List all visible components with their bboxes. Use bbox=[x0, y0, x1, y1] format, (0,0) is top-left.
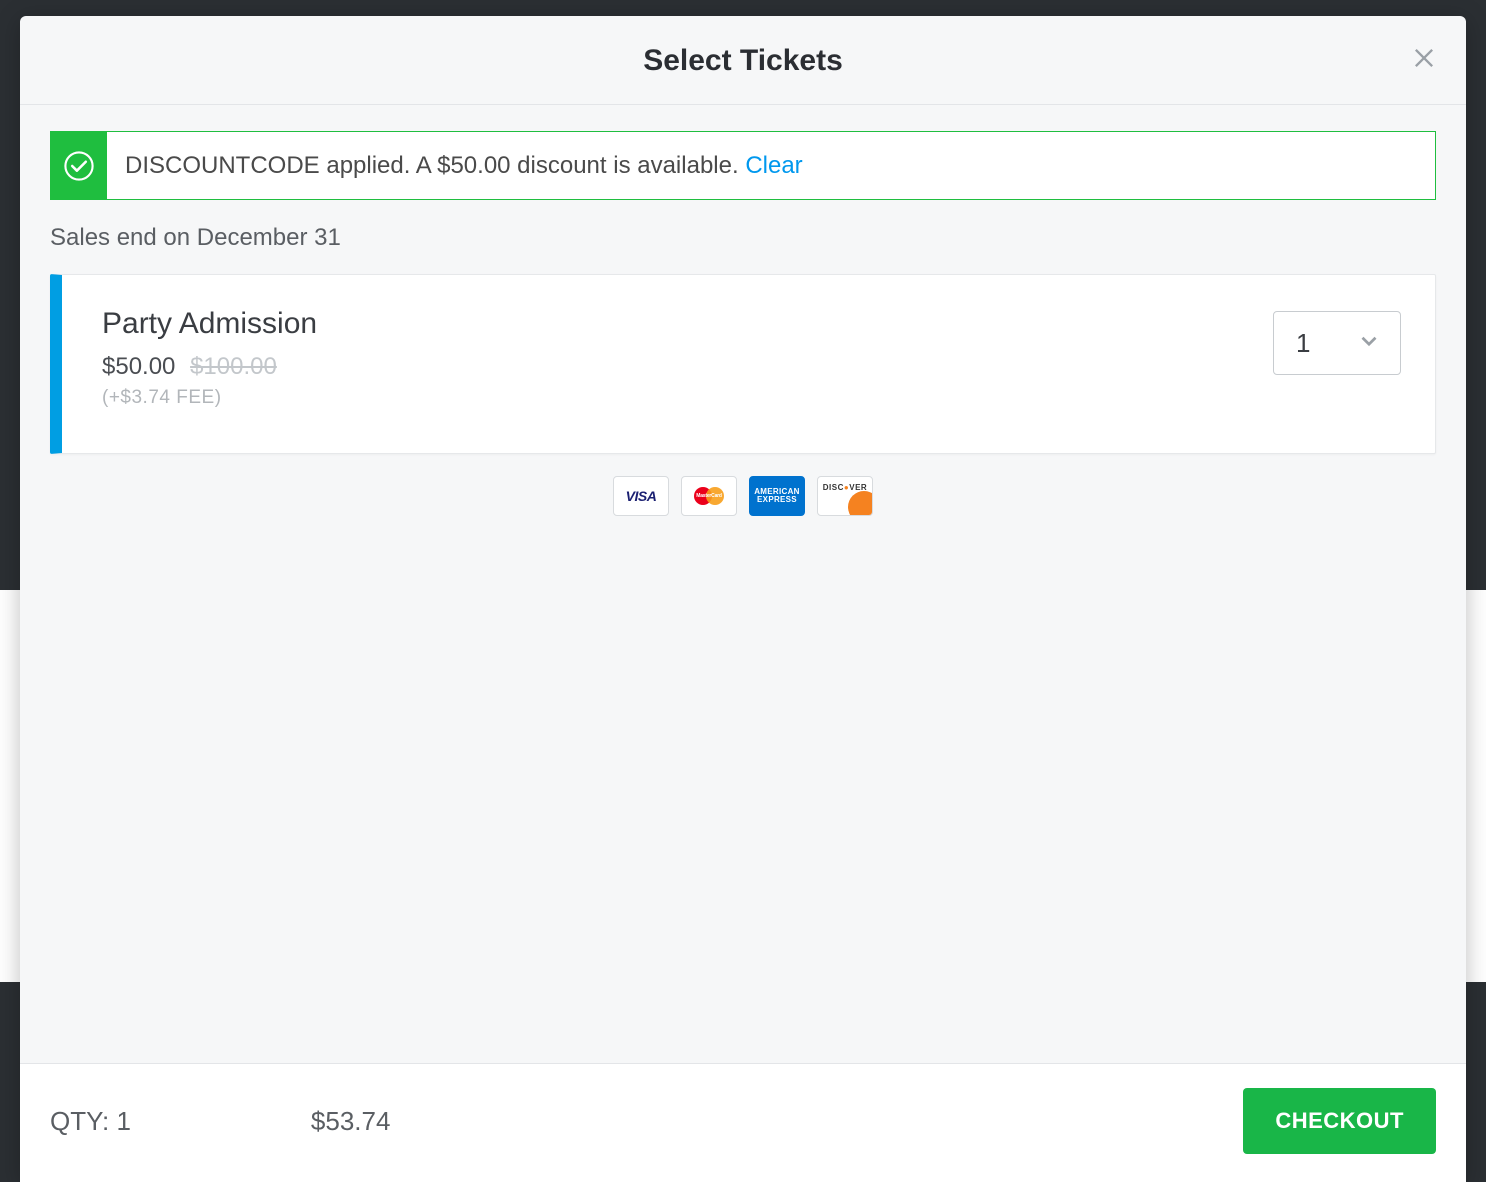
fee-text: (+$3.74 FEE) bbox=[102, 387, 1273, 409]
modal-footer: QTY: 1 $53.74 CHECKOUT bbox=[20, 1063, 1466, 1182]
footer-total: $53.74 bbox=[311, 1106, 391, 1137]
close-button[interactable] bbox=[1410, 44, 1438, 72]
discounted-price: $50.00 bbox=[102, 353, 175, 380]
clear-discount-link[interactable]: Clear bbox=[745, 152, 802, 179]
modal-header: Select Tickets bbox=[20, 16, 1466, 105]
ticket-modal: Select Tickets DISCOUNTCODE applied. A $… bbox=[20, 16, 1466, 1182]
discover-card-icon: DISC●VER bbox=[817, 476, 873, 516]
quantity-select[interactable]: 1 bbox=[1273, 311, 1401, 375]
footer-qty: QTY: 1 bbox=[50, 1106, 131, 1137]
payment-methods: VISA MasterCard AMERICAN EXPRESS DISC●VE… bbox=[50, 476, 1436, 516]
sales-end-text: Sales end on December 31 bbox=[50, 224, 1436, 252]
checkout-button[interactable]: CHECKOUT bbox=[1243, 1088, 1436, 1154]
alert-text: DISCOUNTCODE applied. A $50.00 discount … bbox=[107, 132, 821, 199]
chevron-down-icon bbox=[1356, 328, 1382, 359]
amex-card-icon: AMERICAN EXPRESS bbox=[749, 476, 805, 516]
amex-line2: EXPRESS bbox=[757, 496, 797, 504]
ticket-name: Party Admission bbox=[102, 307, 1273, 341]
ticket-card: Party Admission $50.00 $100.00 (+$3.74 F… bbox=[50, 274, 1436, 454]
mastercard-text: MasterCard bbox=[696, 493, 722, 499]
ticket-info: Party Admission $50.00 $100.00 (+$3.74 F… bbox=[102, 307, 1273, 409]
footer-summary: QTY: 1 $53.74 bbox=[50, 1106, 390, 1137]
visa-card-icon: VISA bbox=[613, 476, 669, 516]
modal-title: Select Tickets bbox=[44, 44, 1442, 78]
price-row: $50.00 $100.00 bbox=[102, 353, 1273, 381]
discount-alert: DISCOUNTCODE applied. A $50.00 discount … bbox=[50, 131, 1436, 200]
original-price: $100.00 bbox=[190, 353, 277, 380]
success-icon-container bbox=[51, 132, 107, 199]
quantity-value: 1 bbox=[1296, 328, 1310, 359]
alert-message: DISCOUNTCODE applied. A $50.00 discount … bbox=[125, 152, 745, 179]
mastercard-icon: MasterCard bbox=[681, 476, 737, 516]
visa-text: VISA bbox=[626, 488, 657, 504]
checkmark-circle-icon bbox=[62, 149, 96, 183]
modal-body: DISCOUNTCODE applied. A $50.00 discount … bbox=[20, 105, 1466, 1063]
close-icon bbox=[1410, 44, 1438, 72]
